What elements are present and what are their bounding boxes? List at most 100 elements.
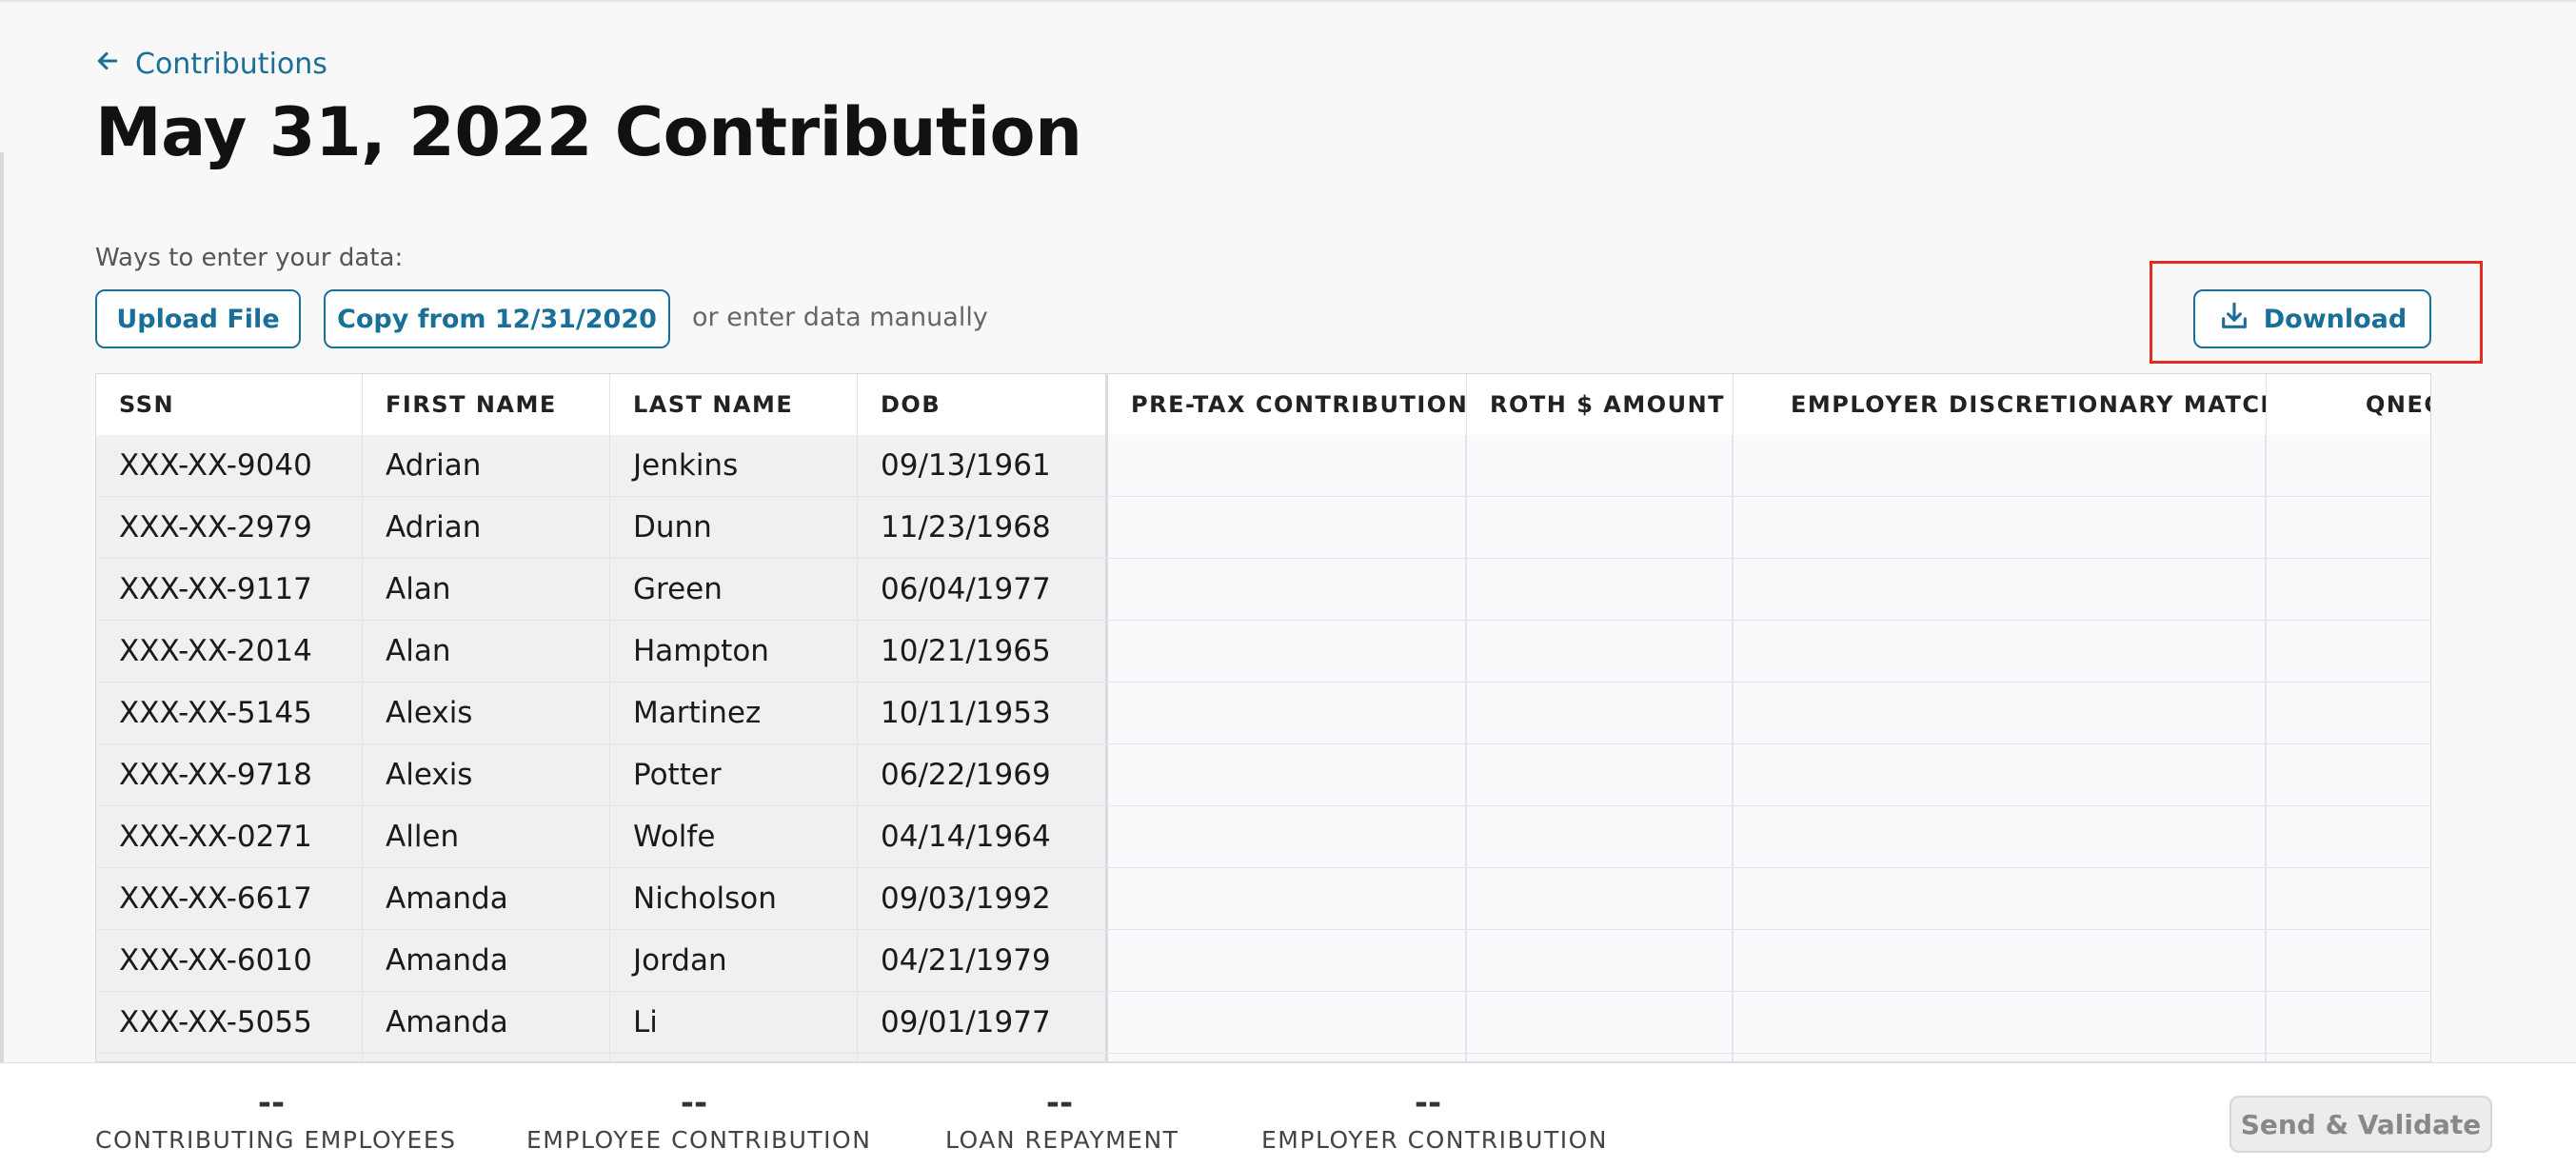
- pre-tax-input-cell[interactable]: [1108, 621, 1467, 682]
- qnec-input-cell[interactable]: [2267, 497, 2430, 558]
- data-entry-prompt: Ways to enter your data:: [95, 244, 404, 272]
- cell-first-name: Alan: [363, 621, 610, 682]
- roth-input-cell[interactable]: [1467, 806, 1734, 867]
- table-row: XXX-XX-9718 Alexis Potter 06/22/1969: [96, 744, 2430, 806]
- table-row: XXX-XX-2979 Adrian Dunn 11/23/1968: [96, 497, 2430, 559]
- header-qnec[interactable]: QNEC: [2267, 374, 2430, 435]
- qnec-input-cell[interactable]: [2267, 868, 2430, 929]
- pre-tax-input-cell[interactable]: [1108, 435, 1467, 496]
- cell-last-name: Nicholson: [610, 868, 858, 929]
- roth-input-cell[interactable]: [1467, 683, 1734, 743]
- table-header-row: SSN FIRST NAME LAST NAME DOB PRE-TAX CON…: [96, 374, 2430, 437]
- cell-dob: 04/14/1964: [858, 806, 1108, 867]
- qnec-input-cell[interactable]: [2267, 559, 2430, 620]
- stat-employee-contribution: -- EMPLOYEE CONTRIBUTION: [526, 1084, 870, 1154]
- qnec-input-cell[interactable]: [2267, 806, 2430, 867]
- roth-input-cell[interactable]: [1467, 868, 1734, 929]
- arrow-left-icon: [95, 48, 120, 81]
- table-row: XXX-XX-2014 Alan Hampton 10/21/1965: [96, 621, 2430, 683]
- qnec-input-cell[interactable]: [2267, 621, 2430, 682]
- header-employer-match[interactable]: EMPLOYER DISCRETIONARY MATCH: [1734, 374, 2267, 435]
- cell-dob: 09/03/1992: [858, 868, 1108, 929]
- header-roth[interactable]: ROTH $ AMOUNT: [1467, 374, 1734, 435]
- send-validate-button[interactable]: Send & Validate: [2229, 1096, 2492, 1153]
- employer-match-input-cell[interactable]: [1734, 683, 2267, 743]
- qnec-input-cell[interactable]: [2267, 435, 2430, 496]
- qnec-input-cell[interactable]: [2267, 1054, 2430, 1061]
- pre-tax-input-cell[interactable]: [1108, 683, 1467, 743]
- pre-tax-input-cell[interactable]: [1108, 992, 1467, 1053]
- roth-input-cell[interactable]: [1467, 992, 1734, 1053]
- cell-first-name: Adrian: [363, 497, 610, 558]
- cell-first-name: Alexis: [363, 683, 610, 743]
- contribution-grid: SSN FIRST NAME LAST NAME DOB PRE-TAX CON…: [95, 373, 2431, 1062]
- qnec-input-cell[interactable]: [2267, 930, 2430, 991]
- header-pre-tax[interactable]: PRE-TAX CONTRIBUTION: [1108, 374, 1467, 435]
- stat-label: CONTRIBUTING EMPLOYEES: [95, 1126, 457, 1154]
- qnec-input-cell[interactable]: [2267, 744, 2430, 805]
- cell-dob: 09/13/1961: [858, 435, 1108, 496]
- cell-first-name: Alan: [363, 559, 610, 620]
- pre-tax-input-cell[interactable]: [1108, 806, 1467, 867]
- employer-match-input-cell[interactable]: [1734, 435, 2267, 496]
- employer-match-input-cell[interactable]: [1734, 559, 2267, 620]
- employer-match-input-cell[interactable]: [1734, 1054, 2267, 1061]
- cell-ssn: XXX-XX-6617: [96, 868, 363, 929]
- qnec-input-cell[interactable]: [2267, 683, 2430, 743]
- cell-first-name: [363, 1054, 610, 1061]
- cell-first-name: Amanda: [363, 930, 610, 991]
- header-first-name[interactable]: FIRST NAME: [363, 374, 610, 435]
- employer-match-input-cell[interactable]: [1734, 868, 2267, 929]
- roth-input-cell[interactable]: [1467, 1054, 1734, 1061]
- employer-match-input-cell[interactable]: [1734, 930, 2267, 991]
- stat-employer-contribution: -- EMPLOYER CONTRIBUTION: [1261, 1086, 1607, 1154]
- stat-value: --: [257, 1084, 286, 1122]
- upload-file-button[interactable]: Upload File: [95, 289, 301, 348]
- table-row-partial: [96, 1054, 2430, 1061]
- cell-ssn: XXX-XX-9117: [96, 559, 363, 620]
- table-row: XXX-XX-5145 Alexis Martinez 10/11/1953: [96, 683, 2430, 744]
- cell-first-name: Amanda: [363, 992, 610, 1053]
- pre-tax-input-cell[interactable]: [1108, 930, 1467, 991]
- cell-dob: 11/23/1968: [858, 497, 1108, 558]
- summary-footer: -- CONTRIBUTING EMPLOYEES -- EMPLOYEE CO…: [0, 1062, 2576, 1168]
- employer-match-input-cell[interactable]: [1734, 497, 2267, 558]
- header-dob[interactable]: DOB: [858, 374, 1108, 435]
- cell-dob: 10/21/1965: [858, 621, 1108, 682]
- download-button[interactable]: Download: [2193, 289, 2431, 348]
- cell-last-name: Green: [610, 559, 858, 620]
- pre-tax-input-cell[interactable]: [1108, 868, 1467, 929]
- back-to-contributions-link[interactable]: Contributions: [95, 48, 327, 81]
- cell-ssn: XXX-XX-2979: [96, 497, 363, 558]
- cell-dob: 09/01/1977: [858, 992, 1108, 1053]
- pre-tax-input-cell[interactable]: [1108, 559, 1467, 620]
- employer-match-input-cell[interactable]: [1734, 806, 2267, 867]
- header-last-name[interactable]: LAST NAME: [610, 374, 858, 435]
- employer-match-input-cell[interactable]: [1734, 621, 2267, 682]
- copy-previous-button[interactable]: Copy from 12/31/2020: [324, 289, 670, 348]
- roth-input-cell[interactable]: [1467, 744, 1734, 805]
- pre-tax-input-cell[interactable]: [1108, 1054, 1467, 1061]
- cell-dob: 04/21/1979: [858, 930, 1108, 991]
- cell-ssn: XXX-XX-9718: [96, 744, 363, 805]
- roth-input-cell[interactable]: [1467, 621, 1734, 682]
- cell-ssn: XXX-XX-6010: [96, 930, 363, 991]
- page-title: May 31, 2022 Contribution: [95, 93, 1082, 171]
- table-body: XXX-XX-9040 Adrian Jenkins 09/13/1961 XX…: [96, 435, 2430, 1061]
- pre-tax-input-cell[interactable]: [1108, 497, 1467, 558]
- roth-input-cell[interactable]: [1467, 559, 1734, 620]
- employer-match-input-cell[interactable]: [1734, 992, 2267, 1053]
- top-divider: [0, 0, 2576, 2]
- header-ssn[interactable]: SSN: [96, 374, 363, 435]
- qnec-input-cell[interactable]: [2267, 992, 2430, 1053]
- pre-tax-input-cell[interactable]: [1108, 744, 1467, 805]
- roth-input-cell[interactable]: [1467, 930, 1734, 991]
- back-link-label: Contributions: [135, 48, 327, 81]
- roth-input-cell[interactable]: [1467, 497, 1734, 558]
- cell-dob: 10/11/1953: [858, 683, 1108, 743]
- roth-input-cell[interactable]: [1467, 435, 1734, 496]
- stat-value: --: [680, 1084, 708, 1122]
- employer-match-input-cell[interactable]: [1734, 744, 2267, 805]
- cell-first-name: Adrian: [363, 435, 610, 496]
- cell-last-name: Dunn: [610, 497, 858, 558]
